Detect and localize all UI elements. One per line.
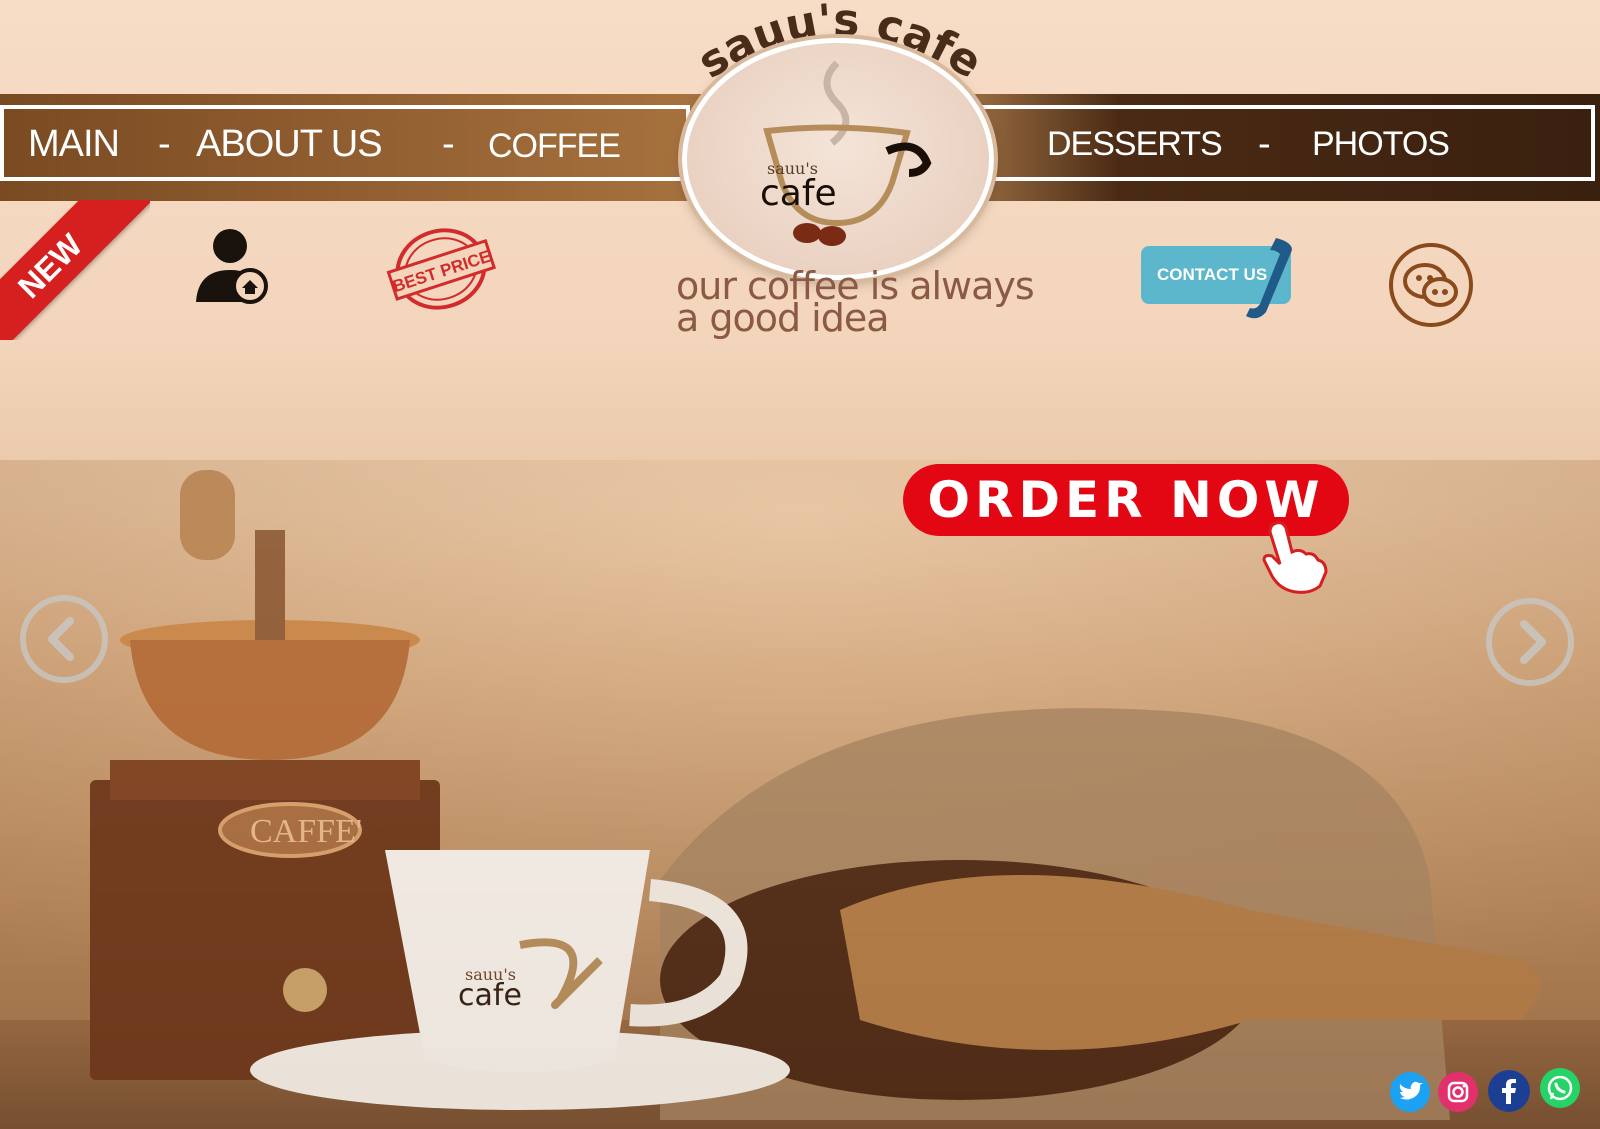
best-price-stamp: BEST PRICE (386, 228, 496, 310)
twitter-icon[interactable] (1390, 1072, 1430, 1112)
nav-separator: - (442, 123, 455, 165)
chevron-right-icon (1520, 620, 1546, 664)
nav-separator: - (158, 123, 171, 165)
chat-icon[interactable] (1388, 242, 1474, 328)
chevron-left-icon (48, 617, 74, 661)
pointer-hand-icon (1262, 521, 1328, 594)
new-ribbon: NEW (0, 200, 150, 340)
new-ribbon-container: NEW (0, 200, 150, 340)
nav-item-about-us[interactable]: ABOUT US (196, 123, 383, 166)
facebook-icon[interactable] (1488, 1070, 1530, 1112)
nav-separator: - (1258, 123, 1271, 165)
instagram-icon[interactable] (1438, 1072, 1478, 1112)
whatsapp-icon[interactable] (1540, 1068, 1580, 1108)
phone-icon (1246, 238, 1292, 319)
coffee-cup-logo-icon (763, 60, 932, 246)
user-home-icon[interactable] (192, 228, 272, 304)
nav-item-coffee[interactable]: COFFEE (488, 127, 621, 166)
tagline: our coffee is always a good idea (676, 267, 1035, 337)
nav-item-desserts[interactable]: DESSERTS (1047, 125, 1223, 164)
svg-text:CAFFE': CAFFE' (250, 813, 362, 850)
logo-big-text: cafe (760, 173, 837, 214)
carousel-prev-button[interactable] (20, 595, 108, 683)
svg-text:cafe: cafe (458, 978, 522, 1013)
nav-item-photos[interactable]: PHOTOS (1312, 125, 1450, 164)
nav-item-main[interactable]: MAIN (28, 123, 120, 166)
logo[interactable]: sauu's cafe (682, 38, 994, 280)
hero-background-photo: CAFFE' sauu's cafe (0, 460, 1600, 1129)
carousel-next-button[interactable] (1486, 598, 1574, 686)
